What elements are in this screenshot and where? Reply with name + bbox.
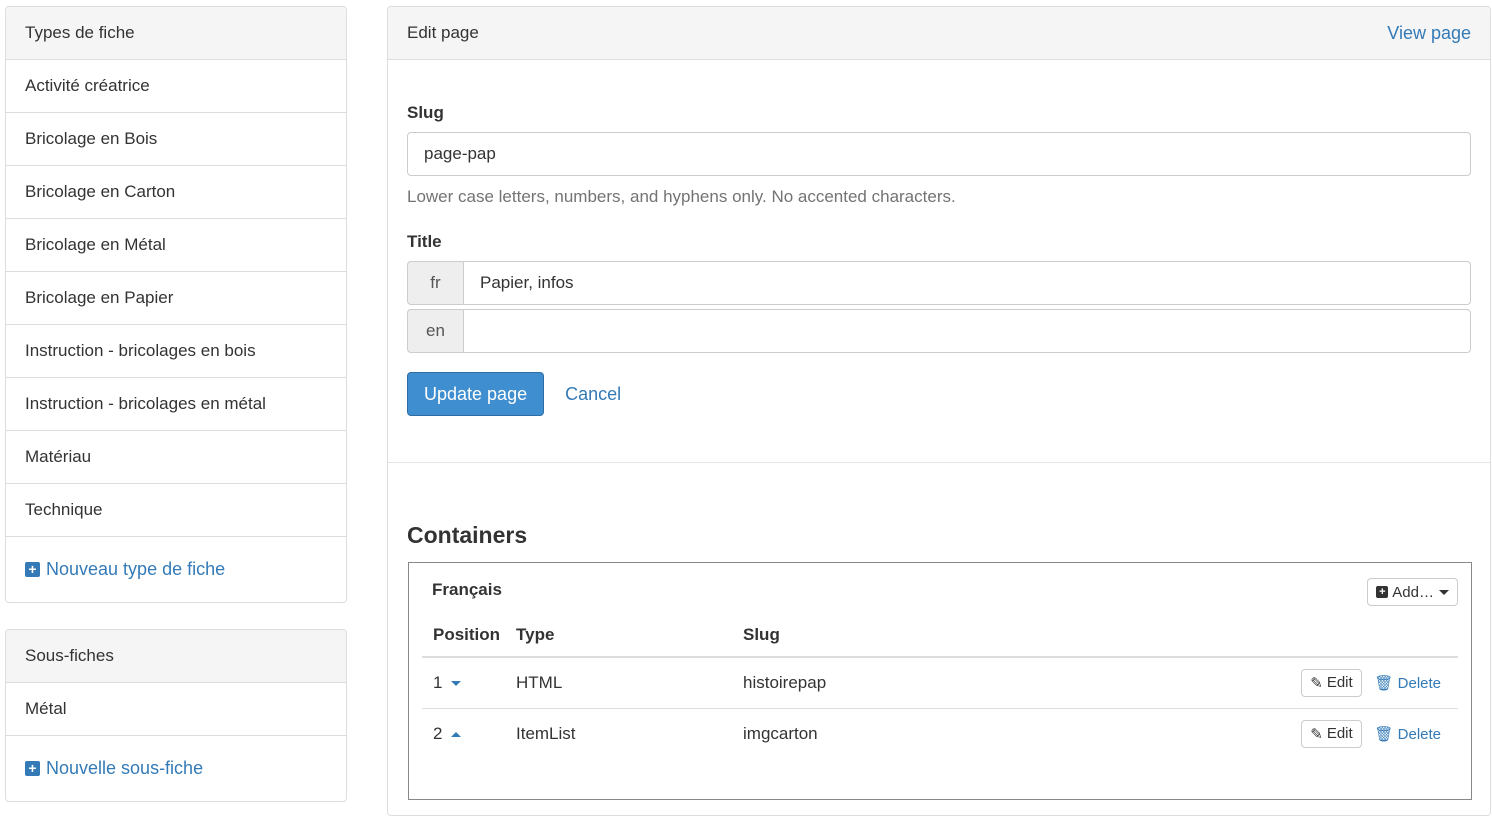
list-item-label: Bricolage en Bois bbox=[25, 129, 158, 148]
list-item-label: Instruction - bricolages en bois bbox=[25, 341, 256, 360]
panel-heading: Sous-fiches bbox=[6, 630, 346, 683]
containers-table: Position Type Slug 1 HTML histoirepap ✎ … bbox=[422, 613, 1458, 759]
slug-label: Slug bbox=[407, 103, 444, 122]
caret-up-icon[interactable] bbox=[451, 731, 462, 737]
list-item-label: Technique bbox=[25, 500, 103, 519]
add-subsheet-label: Nouvelle sous-fiche bbox=[46, 757, 204, 778]
plus-square-icon: + bbox=[25, 561, 40, 577]
title-en-input[interactable] bbox=[463, 309, 1471, 353]
types-de-fiche-panel: Types de fiche Activité créatrice Bricol… bbox=[5, 6, 347, 603]
list-item[interactable]: Bricolage en Bois bbox=[6, 113, 346, 166]
position-cell: 2 bbox=[422, 708, 515, 759]
pencil-icon: ✎ bbox=[1310, 674, 1323, 692]
list-item[interactable]: Matériau bbox=[6, 431, 346, 484]
table-row: 1 HTML histoirepap ✎ Edit 🗑 Delete bbox=[422, 657, 1458, 708]
column-header-position: Position bbox=[433, 624, 501, 644]
language-heading: Français bbox=[432, 580, 502, 599]
list-item-label: Métal bbox=[25, 699, 67, 718]
add-subsheet-row: + Nouvelle sous-fiche bbox=[6, 736, 346, 800]
add-type-link[interactable]: + Nouveau type de fiche bbox=[25, 559, 225, 580]
edit-label: Edit bbox=[1326, 725, 1353, 743]
sous-fiches-panel: Sous-fiches Métal + Nouvelle sous-fiche bbox=[5, 629, 347, 802]
list-item[interactable]: Bricolage en Papier bbox=[6, 272, 346, 325]
plus-square-icon: + bbox=[25, 760, 40, 776]
trash-icon: 🗑 bbox=[1374, 725, 1394, 743]
edit-label: Edit bbox=[1326, 674, 1353, 692]
edit-button[interactable]: ✎ Edit bbox=[1301, 668, 1362, 697]
list-item-label: Activité créatrice bbox=[25, 76, 150, 95]
divider bbox=[388, 462, 1490, 463]
delete-link[interactable]: 🗑 Delete bbox=[1374, 726, 1441, 743]
position-value: 1 bbox=[433, 672, 443, 692]
list-item[interactable]: Activité créatrice bbox=[6, 60, 346, 113]
panel-title: Edit page bbox=[407, 23, 479, 42]
actions-cell: ✎ Edit 🗑 Delete bbox=[993, 708, 1458, 759]
lang-addon-en: en bbox=[407, 309, 463, 353]
cancel-link[interactable]: Cancel bbox=[565, 384, 621, 405]
column-header-slug: Slug bbox=[743, 624, 780, 644]
add-button-label: Add… bbox=[1392, 583, 1434, 601]
position-cell: 1 bbox=[422, 657, 515, 708]
list-item-label: Instruction - bricolages en métal bbox=[25, 394, 266, 413]
panel-heading: Edit page View page bbox=[388, 7, 1490, 60]
list-item[interactable]: Technique bbox=[6, 484, 346, 537]
edit-form: Slug page-pap Lower case letters, number… bbox=[388, 103, 1490, 416]
caret-down-icon bbox=[1439, 589, 1449, 595]
list-item[interactable]: Instruction - bricolages en métal bbox=[6, 378, 346, 431]
panel-heading: Types de fiche bbox=[6, 7, 346, 60]
list-item-label: Bricolage en Métal bbox=[25, 235, 166, 254]
caret-down-icon[interactable] bbox=[451, 680, 462, 686]
list-item[interactable]: Bricolage en Carton bbox=[6, 166, 346, 219]
actions-cell: ✎ Edit 🗑 Delete bbox=[993, 657, 1458, 708]
plus-square-icon: + bbox=[1376, 586, 1389, 598]
table-row: 2 ItemList imgcarton ✎ Edit 🗑 Delete bbox=[422, 708, 1458, 759]
title-label: Title bbox=[407, 232, 442, 251]
view-page-link[interactable]: View page bbox=[1387, 23, 1471, 44]
type-cell: ItemList bbox=[516, 723, 576, 743]
add-container-button[interactable]: + Add… bbox=[1367, 578, 1458, 606]
panel-title: Sous-fiches bbox=[25, 646, 114, 665]
edit-page-panel: Edit page View page Slug page-pap Lower … bbox=[387, 6, 1491, 816]
panel-title: Types de fiche bbox=[25, 23, 135, 42]
lang-addon-fr: fr bbox=[407, 261, 463, 305]
edit-button[interactable]: ✎ Edit bbox=[1301, 719, 1362, 748]
list-item[interactable]: Métal bbox=[6, 683, 346, 736]
title-en-group: en bbox=[407, 309, 1471, 353]
slug-cell: imgcarton bbox=[743, 723, 818, 743]
add-subsheet-link[interactable]: + Nouvelle sous-fiche bbox=[25, 758, 203, 779]
add-type-row: + Nouveau type de fiche bbox=[6, 537, 346, 601]
delete-label: Delete bbox=[1397, 674, 1441, 692]
list-item[interactable]: Instruction - bricolages en bois bbox=[6, 325, 346, 378]
delete-label: Delete bbox=[1397, 725, 1441, 743]
trash-icon: 🗑 bbox=[1374, 674, 1394, 692]
add-type-label: Nouveau type de fiche bbox=[46, 558, 226, 579]
list-item-label: Bricolage en Carton bbox=[25, 182, 176, 201]
list-item-label: Matériau bbox=[25, 447, 92, 466]
containers-box: Français + Add… Position Type Slug 1 HTM… bbox=[408, 562, 1472, 800]
slug-input[interactable]: page-pap bbox=[407, 132, 1471, 176]
containers-heading: Containers bbox=[407, 522, 528, 548]
list-item[interactable]: Bricolage en Métal bbox=[6, 219, 346, 272]
type-cell: HTML bbox=[516, 672, 563, 692]
pencil-icon: ✎ bbox=[1310, 725, 1323, 743]
slug-cell: histoirepap bbox=[743, 672, 827, 692]
form-actions: Update page Cancel bbox=[407, 372, 1471, 416]
position-value: 2 bbox=[433, 723, 443, 743]
column-header-type: Type bbox=[516, 624, 555, 644]
title-fr-group: fr Papier, infos bbox=[407, 261, 1471, 305]
slug-help-text: Lower case letters, numbers, and hyphens… bbox=[407, 187, 956, 206]
title-fr-input[interactable]: Papier, infos bbox=[463, 261, 1471, 305]
table-header-row: Position Type Slug bbox=[422, 613, 1458, 657]
list-item-label: Bricolage en Papier bbox=[25, 288, 174, 307]
delete-link[interactable]: 🗑 Delete bbox=[1374, 675, 1441, 692]
update-page-button[interactable]: Update page bbox=[407, 372, 545, 416]
